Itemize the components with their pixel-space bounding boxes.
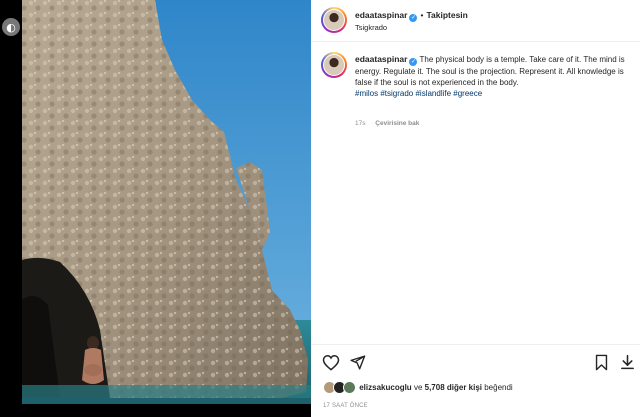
author-line: edaataspinar ✓ • Takiptesin — [355, 10, 468, 22]
see-translation-button[interactable]: Çevirisine bak — [375, 120, 419, 127]
post-actions-bar — [311, 344, 640, 380]
avatar — [343, 381, 356, 394]
likes-count-link[interactable]: 5,708 diğer kişi — [425, 383, 482, 392]
caption-text-block: edaataspinar ✓ The physical body is a tem… — [355, 54, 625, 99]
post-timestamp[interactable]: 17 SAAT ÖNCE — [323, 403, 368, 409]
liker-username[interactable]: elizsakucoglu — [359, 383, 411, 392]
verified-badge-icon: ✓ — [409, 58, 418, 66]
download-icon[interactable] — [619, 353, 636, 371]
post-side-panel: edaataspinar ✓ • Takiptesin Tsigkrado edaat… — [311, 0, 640, 417]
caption-hashtags[interactable]: #milos #tsigrado #islandlife #greece — [355, 89, 482, 98]
author-avatar[interactable] — [321, 7, 347, 33]
likes-and: ve — [413, 383, 423, 392]
author-username[interactable]: edaataspinar — [355, 10, 407, 20]
likes-suffix: beğendi — [484, 383, 513, 392]
likes-summary: elizsakucoglu ve 5,708 diğer kişi beğend… — [323, 381, 513, 397]
caption-age: 17s — [355, 120, 366, 127]
bookmark-icon[interactable] — [594, 354, 609, 371]
following-button[interactable]: Takiptesin — [426, 10, 467, 20]
photo-bottom-bar — [0, 404, 311, 417]
send-icon[interactable] — [349, 354, 366, 371]
post-location[interactable]: Tsigkrado — [355, 23, 387, 32]
svg-text:◐: ◐ — [6, 21, 16, 34]
verified-badge-icon: ✓ — [409, 14, 418, 22]
post-photo[interactable]: ◐ — [0, 0, 311, 404]
separator-dot: • — [420, 10, 424, 20]
caption-meta: 17s Çevirisine bak — [355, 120, 419, 127]
liker-avatars[interactable] — [323, 381, 357, 394]
post-header: edaataspinar ✓ • Takiptesin Tsigkrado — [311, 0, 640, 42]
heart-icon[interactable] — [322, 354, 340, 371]
cliff-photo-image: ◐ — [0, 0, 311, 404]
caption-username[interactable]: edaataspinar — [355, 54, 407, 64]
caption-author-avatar[interactable] — [321, 52, 347, 78]
